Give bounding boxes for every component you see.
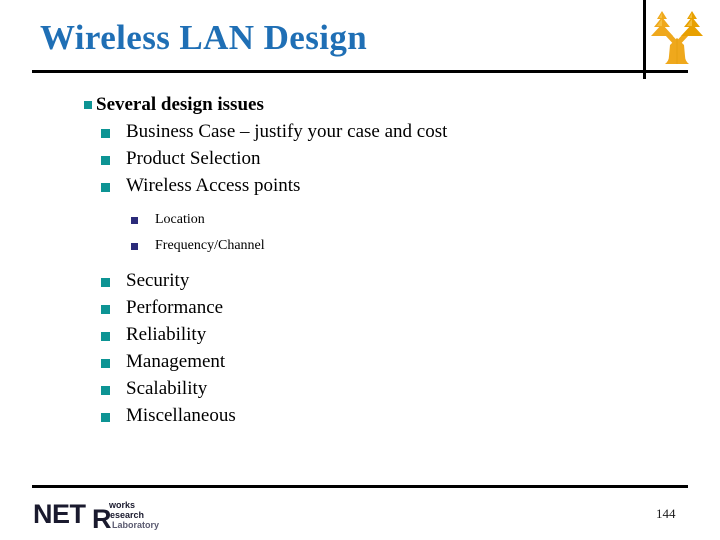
networks-research-laboratory-logo: NET R works esearch Laboratory [33,499,203,534]
bullet-square-icon [101,156,110,165]
bullet-label: Wireless Access points [126,175,301,196]
header-vertical-divider [643,0,646,79]
bullet-label: Reliability [126,324,207,345]
header-divider [32,70,688,73]
bullet-square-icon [131,217,138,224]
bullet-item-level2: Miscellaneous [0,403,720,430]
bullet-label: Scalability [126,378,208,399]
bullet-item-level2: Business Case – justify your case and co… [0,119,720,146]
logo-text-laboratory: Laboratory [112,520,160,530]
bullet-square-icon [101,278,110,287]
page-number: 144 [656,506,676,521]
footer-divider [32,485,688,488]
bullet-label: Business Case – justify your case and co… [126,121,448,142]
bullet-item-level3: Location [0,208,720,234]
bullet-label: Several design issues [96,94,264,115]
bullet-square-icon [101,332,110,341]
bullet-square-icon [101,413,110,422]
bullet-label: Frequency/Channel [155,238,265,253]
logo-text-esearch: esearch [110,510,145,520]
bullet-label: Security [126,270,190,291]
bullet-square-icon [101,129,110,138]
bullet-label: Management [126,351,226,372]
page-title: Wireless LAN Design [40,18,368,57]
bullet-square-icon [101,305,110,314]
bullet-item-level2: Reliability [0,322,720,349]
bullet-square-icon [84,101,92,109]
bullet-item-level2: Scalability [0,376,720,403]
logo-text-works: works [109,500,136,510]
bullet-square-icon [101,386,110,395]
bullet-item-level2: Security [0,268,720,295]
bullet-label: Location [155,212,205,227]
slide-body: Several design issues Business Case – ju… [0,92,720,430]
bullet-item-level2: Performance [0,295,720,322]
tree-logo-icon [648,8,706,70]
bullet-item-level2: Product Selection [0,146,720,173]
bullet-square-icon [101,359,110,368]
bullet-label: Product Selection [126,148,261,169]
bullet-item-level1: Several design issues [0,92,720,119]
bullet-square-icon [131,243,138,250]
bullet-label: Miscellaneous [126,405,236,426]
bullet-item-level2: Management [0,349,720,376]
bullet-item-level2: Wireless Access points [0,173,720,200]
logo-text-net: NET [33,499,86,529]
bullet-label: Performance [126,297,224,318]
bullet-square-icon [101,183,110,192]
slide-canvas: Wireless LAN Design Several design issue… [0,0,720,540]
bullet-item-level3: Frequency/Channel [0,234,720,260]
logo-text-r: R [92,504,112,534]
